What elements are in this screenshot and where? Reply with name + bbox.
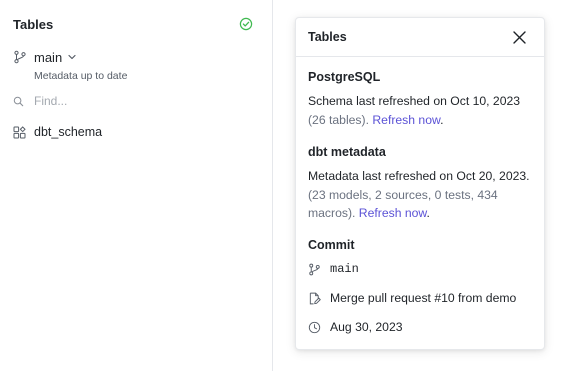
file-edit-icon [309, 292, 321, 304]
branch-selector[interactable]: main [13, 48, 77, 66]
postgres-suffix: . [440, 112, 444, 127]
sidebar-item-dbt-schema[interactable]: dbt_schema [13, 123, 102, 141]
postgres-heading: PostgreSQL [308, 70, 381, 84]
commit-date-row: Aug 30, 2023 [308, 319, 403, 335]
schema-icon [13, 125, 26, 138]
search-box [13, 92, 253, 110]
git-branch-icon [14, 50, 26, 64]
postgres-description: Schema last refreshed on Oct 10, 2023 (2… [308, 92, 540, 129]
popover-title: Tables [308, 30, 347, 44]
postgres-table-count: (26 tables). [308, 112, 369, 127]
commit-date: Aug 30, 2023 [330, 320, 403, 334]
dbt-refresh-text: Metadata last refreshed on Oct 20, 2023. [308, 169, 530, 183]
commit-message-row: Merge pull request #10 from demo [308, 290, 516, 306]
tables-info-popover: Tables PostgreSQL Schema last refreshed … [295, 17, 545, 350]
commit-heading: Commit [308, 238, 355, 252]
git-branch-icon [309, 263, 320, 275]
dbt-heading: dbt metadata [308, 145, 386, 159]
popover-header: Tables [296, 18, 544, 57]
commit-branch-row: main [308, 261, 359, 277]
close-icon[interactable] [512, 30, 527, 45]
dbt-refresh-link[interactable]: Refresh now [359, 206, 427, 220]
commit-message: Merge pull request #10 from demo [330, 291, 517, 305]
search-input[interactable] [34, 94, 234, 108]
check-circle-icon[interactable] [239, 17, 253, 31]
search-icon [13, 96, 24, 106]
dbt-suffix: . [426, 206, 430, 220]
tables-sidebar: Tables main Metadata up to date db [0, 0, 273, 371]
postgres-refresh-link[interactable]: Refresh now [372, 113, 440, 127]
clock-icon [308, 321, 321, 333]
branch-name: main [34, 49, 63, 65]
commit-branch: main [330, 262, 359, 276]
sidebar-item-label: dbt_schema [34, 125, 103, 139]
sidebar-title: Tables [13, 17, 54, 32]
dbt-description: Metadata last refreshed on Oct 20, 2023.… [308, 167, 540, 223]
metadata-status: Metadata up to date [34, 70, 128, 82]
chevron-down-icon [68, 54, 76, 60]
postgres-refresh-text: Schema last refreshed on Oct 10, 2023 [308, 94, 521, 108]
